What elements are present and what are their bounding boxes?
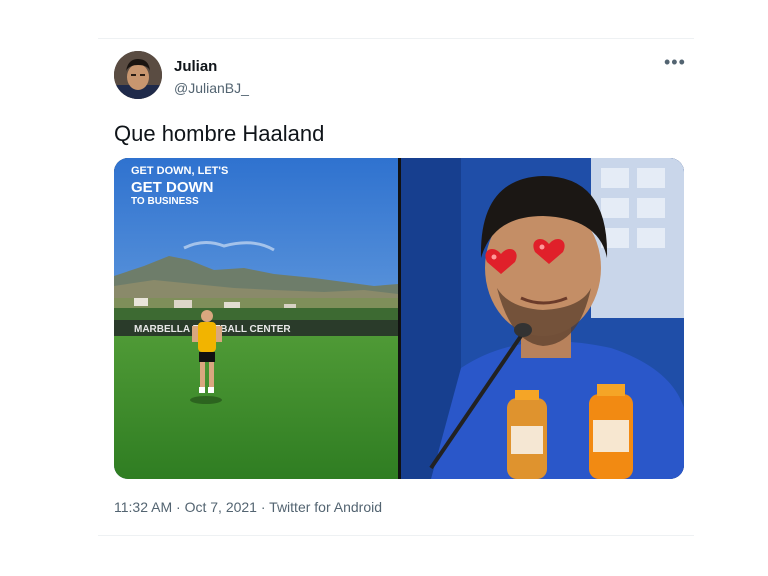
tweet-text: Que hombre Haaland: [114, 121, 325, 146]
tweet-card[interactable]: Julian @JulianBJ_ ••• Que hombre Haaland: [98, 38, 694, 536]
tweet-time[interactable]: 11:32 AM: [114, 499, 172, 515]
overlay-line-2: GET DOWN: [131, 178, 214, 196]
avatar[interactable]: [114, 51, 162, 99]
author-display-name[interactable]: Julian: [174, 58, 217, 75]
meta-separator: ·: [256, 499, 270, 515]
tweet-date[interactable]: Oct 7, 2021: [185, 499, 257, 515]
author-handle[interactable]: @JulianBJ_: [174, 80, 249, 96]
press-conference-image: [401, 158, 684, 479]
avatar-image: [114, 51, 162, 99]
tweet-media[interactable]: MARBELLA FOOTBALL CENTER GET DOWN, LET'S…: [114, 158, 684, 479]
media-overlay-caption: GET DOWN, LET'S GET DOWN TO BUSINESS: [131, 165, 229, 208]
meta-separator: ·: [172, 499, 185, 515]
overlay-line-1: GET DOWN, LET'S: [131, 165, 229, 177]
more-horizontal-icon[interactable]: •••: [664, 53, 685, 72]
media-photo-right[interactable]: [401, 158, 684, 479]
tweet-metadata: 11:32 AM · Oct 7, 2021 · Twitter for And…: [114, 499, 382, 515]
overlay-line-3: TO BUSINESS: [131, 196, 199, 208]
tweet-source[interactable]: Twitter for Android: [269, 499, 382, 515]
media-photo-left[interactable]: MARBELLA FOOTBALL CENTER GET DOWN, LET'S…: [114, 158, 398, 479]
